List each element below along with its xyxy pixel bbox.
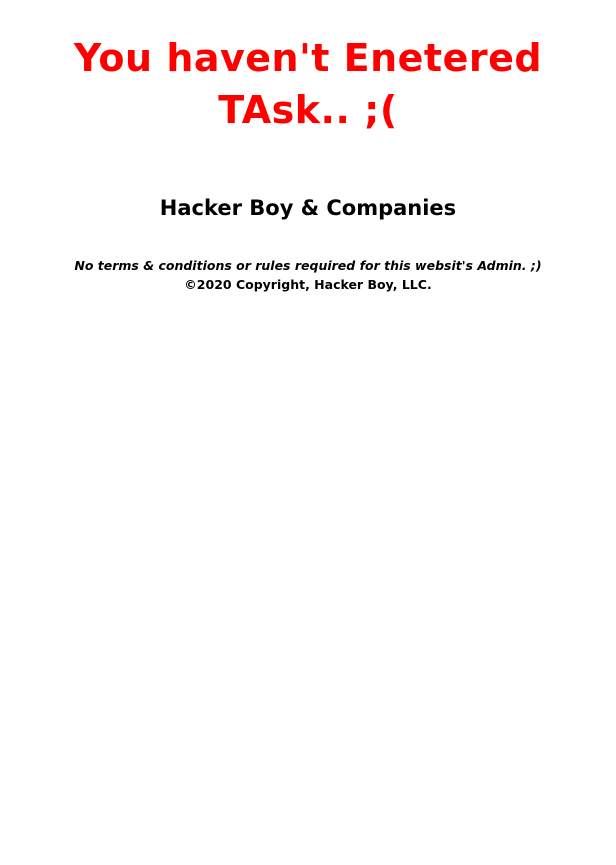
page: You haven't Enetered TAsk.. ;( Hacker Bo…: [0, 32, 616, 294]
company-name: Hacker Boy & Companies: [159, 196, 457, 220]
terms-notice: No terms & conditions or rules required …: [74, 258, 542, 273]
copyright-notice: ©2020 Copyright, Hacker Boy, LLC.: [184, 277, 432, 292]
error-headline: You haven't Enetered TAsk.. ;(: [73, 36, 543, 132]
footer: No terms & conditions or rules required …: [0, 256, 616, 294]
